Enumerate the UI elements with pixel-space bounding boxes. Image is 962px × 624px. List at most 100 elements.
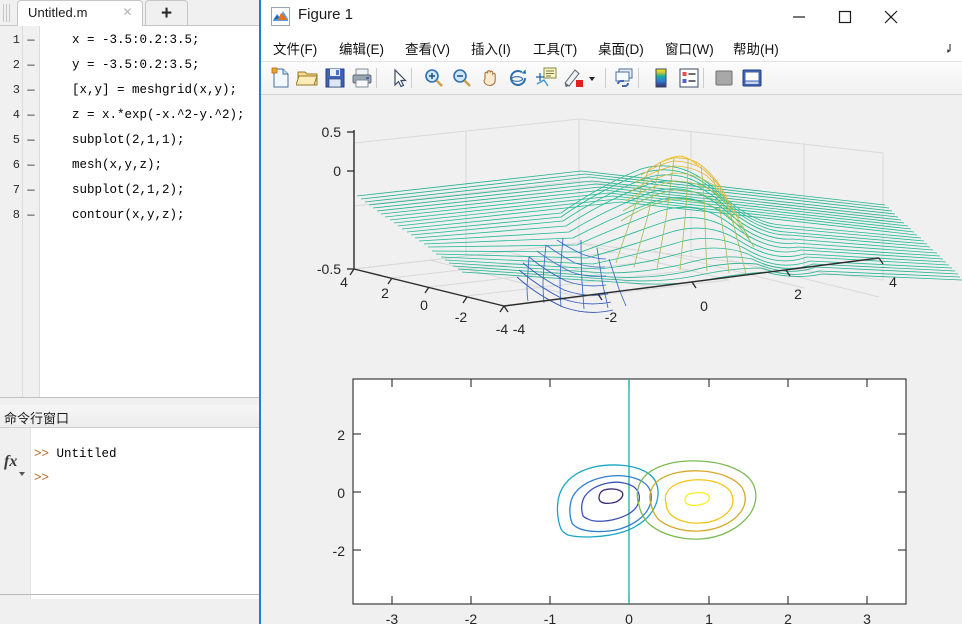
new-tab-button[interactable]: + xyxy=(145,0,188,26)
code-line: y = -3.5:0.2:3.5; xyxy=(72,58,200,72)
mesh-x-tick-label: -2 xyxy=(605,309,618,325)
contour-x-tick-label: 3 xyxy=(863,611,871,624)
mesh-y-tick-label: -4 xyxy=(496,321,509,337)
zoom-out-icon[interactable] xyxy=(450,66,474,90)
breakpoint-marker[interactable]: — xyxy=(25,78,37,103)
line-number: 7 xyxy=(12,183,20,197)
pan-hand-icon[interactable] xyxy=(478,66,502,90)
editor-tab-untitled[interactable]: Untitled.m ✕ xyxy=(17,0,143,26)
fx-icon[interactable]: fx xyxy=(4,453,17,471)
command-window-bottom-divider xyxy=(0,594,262,595)
code-line: contour(x,y,z); xyxy=(72,208,185,222)
figure-canvas[interactable]: 0.5 0 -0.5 4 2 0 -2 -4 -4 -2 0 2 4 2 0 -… xyxy=(261,95,962,624)
plus-icon: + xyxy=(160,3,173,24)
figure-window: Figure 1 文件(F) 编辑(E) 查看(V) 插入(I) 工具(T) 桌… xyxy=(259,0,962,624)
panel-grip-handle[interactable] xyxy=(3,4,12,22)
contour-y-tick-label: -2 xyxy=(333,543,346,559)
line-number: 4 xyxy=(12,108,20,122)
mesh-y-tick-label: 4 xyxy=(340,274,348,290)
print-figure-icon[interactable] xyxy=(350,66,374,90)
toolbar-separator xyxy=(703,68,704,88)
contour-y-tick-label: 0 xyxy=(337,485,345,501)
show-plot-tools-icon[interactable] xyxy=(740,66,764,90)
brush-data-icon[interactable] xyxy=(562,66,586,90)
minimize-button[interactable] xyxy=(776,0,822,33)
mesh-z-tick-label: -0.5 xyxy=(317,261,341,277)
figure-menubar: 文件(F) 编辑(E) 查看(V) 插入(I) 工具(T) 桌面(D) 窗口(W… xyxy=(261,33,962,62)
command-input-line[interactable]: >> xyxy=(34,466,49,490)
legend-icon[interactable] xyxy=(677,66,701,90)
mesh-z-tick-label: 0.5 xyxy=(322,124,342,140)
menu-window[interactable]: 窗口(W) xyxy=(665,38,714,58)
editor-tab-label: Untitled.m xyxy=(28,5,88,20)
brush-dropdown-icon[interactable] xyxy=(586,66,598,90)
breakpoint-marker[interactable]: — xyxy=(25,178,37,203)
matlab-figure-icon xyxy=(271,7,290,26)
rotate-3d-icon[interactable] xyxy=(506,66,530,90)
line-number: 5 xyxy=(12,133,20,147)
contour-x-tick-label: -3 xyxy=(386,611,399,624)
command-prompt: >> xyxy=(34,447,57,461)
code-area[interactable]: x = -3.5:0.2:3.5; y = -3.5:0.2:3.5; [x,y… xyxy=(40,26,262,397)
breakpoint-marker[interactable]: — xyxy=(25,28,37,53)
code-line: mesh(x,y,z); xyxy=(72,158,163,172)
menu-view[interactable]: 查看(V) xyxy=(405,38,450,58)
mesh-y-tick-label: -2 xyxy=(455,309,468,325)
contour-x-tick-label: 2 xyxy=(784,611,792,624)
figure-titlebar[interactable]: Figure 1 xyxy=(261,0,962,33)
command-prompt: >> xyxy=(34,471,50,485)
contour-x-tick-label: -2 xyxy=(465,611,478,624)
close-button[interactable] xyxy=(868,0,914,33)
mesh-x-tick-label: 2 xyxy=(794,286,802,302)
matlab-desktop-screenshot: Untitled.m ✕ + 1 2 3 4 5 6 7 8 — — — — —… xyxy=(0,0,962,624)
mesh-x-tick-label: 4 xyxy=(889,274,897,290)
command-window-panel: 命令行窗口 fx >> Untitled >> xyxy=(0,405,262,599)
menu-insert[interactable]: 插入(I) xyxy=(471,38,511,58)
editor-body[interactable]: 1 2 3 4 5 6 7 8 — — — — — — — — x = -3.5… xyxy=(0,26,262,397)
command-window-title: 命令行窗口 xyxy=(4,411,70,426)
contour-y-tick-label: 2 xyxy=(337,427,345,443)
line-number: 3 xyxy=(12,83,20,97)
line-number: 2 xyxy=(12,58,20,72)
menu-help[interactable]: 帮助(H) xyxy=(733,38,779,58)
link-data-icon[interactable] xyxy=(612,66,636,90)
maximize-button[interactable] xyxy=(822,0,868,33)
breakpoint-marker[interactable]: — xyxy=(25,128,37,153)
save-figure-icon[interactable] xyxy=(323,66,347,90)
code-line: subplot(2,1,2); xyxy=(72,183,185,197)
data-cursor-icon[interactable] xyxy=(534,66,558,90)
line-number: 1 xyxy=(12,33,20,47)
menu-desktop[interactable]: 桌面(D) xyxy=(598,38,644,58)
breakpoint-marker[interactable]: — xyxy=(25,103,37,128)
code-line: subplot(2,1,1); xyxy=(72,133,185,147)
toolbar-separator xyxy=(376,68,377,88)
zoom-in-icon[interactable] xyxy=(422,66,446,90)
close-icon[interactable]: ✕ xyxy=(121,6,134,19)
editor-panel: Untitled.m ✕ + 1 2 3 4 5 6 7 8 — — — — —… xyxy=(0,0,262,400)
toolbar-separator xyxy=(411,68,412,88)
breakpoint-marker[interactable]: — xyxy=(25,203,37,228)
menu-tools[interactable]: 工具(T) xyxy=(533,38,577,58)
command-window-titlebar[interactable]: 命令行窗口 xyxy=(0,405,262,428)
pointer-select-icon[interactable] xyxy=(387,66,411,90)
menu-file[interactable]: 文件(F) xyxy=(273,38,317,58)
hide-plot-tools-icon[interactable] xyxy=(712,66,736,90)
figure-window-title: Figure 1 xyxy=(298,6,354,23)
breakpoint-marker[interactable]: — xyxy=(25,53,37,78)
new-figure-icon[interactable] xyxy=(269,66,293,90)
menu-edit[interactable]: 编辑(E) xyxy=(339,38,384,58)
toolbar-separator xyxy=(605,68,606,88)
contour-x-tick-label: 1 xyxy=(705,611,713,624)
toolbar-separator xyxy=(638,68,639,88)
colorbar-icon[interactable] xyxy=(649,66,673,90)
fx-dropdown-icon[interactable] xyxy=(19,472,25,476)
code-line: [x,y] = meshgrid(x,y); xyxy=(72,83,238,97)
mesh-x-tick-label: 0 xyxy=(700,298,708,314)
breakpoint-marker[interactable]: — xyxy=(25,153,37,178)
contour-x-tick-label: -1 xyxy=(544,611,557,624)
editor-bottom-divider xyxy=(0,397,262,398)
mesh-x-tick-label: -4 xyxy=(513,321,526,337)
command-window-body[interactable]: fx >> Untitled >> xyxy=(0,428,262,599)
undock-arrow-icon[interactable] xyxy=(940,42,952,57)
open-file-icon[interactable] xyxy=(296,66,320,90)
